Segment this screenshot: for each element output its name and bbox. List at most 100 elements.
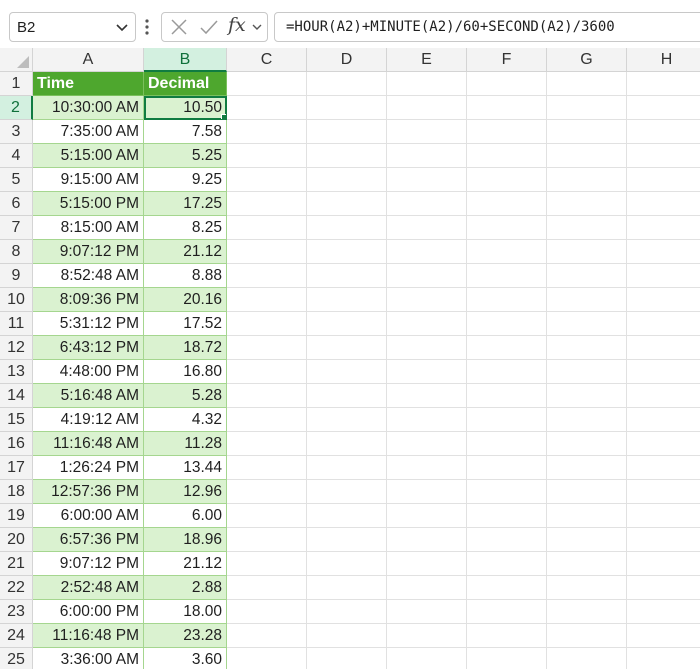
cell[interactable]: [387, 384, 467, 408]
select-all-button[interactable]: [0, 48, 33, 72]
cell[interactable]: [467, 240, 547, 264]
cell[interactable]: [387, 456, 467, 480]
cell[interactable]: [627, 72, 700, 96]
cell[interactable]: [627, 144, 700, 168]
decimal-cell[interactable]: 8.88: [144, 264, 227, 288]
decimal-cell[interactable]: 9.25: [144, 168, 227, 192]
cell[interactable]: [227, 264, 307, 288]
cell[interactable]: [227, 408, 307, 432]
decimal-cell[interactable]: 5.25: [144, 144, 227, 168]
cell[interactable]: [387, 264, 467, 288]
row-header[interactable]: 12: [0, 336, 33, 360]
cell[interactable]: [307, 240, 387, 264]
cell[interactable]: [547, 288, 627, 312]
cell[interactable]: [307, 360, 387, 384]
vertical-dots-icon[interactable]: [145, 18, 149, 36]
cell[interactable]: [467, 384, 547, 408]
cell[interactable]: [627, 624, 700, 648]
time-cell[interactable]: 10:30:00 AM: [33, 96, 144, 120]
cell[interactable]: [627, 168, 700, 192]
time-cell[interactable]: 12:57:36 PM: [33, 480, 144, 504]
header-cell-time[interactable]: Time: [33, 72, 144, 96]
cell[interactable]: [227, 648, 307, 669]
cell[interactable]: [547, 648, 627, 669]
cell[interactable]: [547, 408, 627, 432]
row-header[interactable]: 5: [0, 168, 33, 192]
row-header[interactable]: 1: [0, 72, 33, 96]
row-header[interactable]: 9: [0, 264, 33, 288]
cell[interactable]: [227, 336, 307, 360]
decimal-cell[interactable]: 3.60: [144, 648, 227, 669]
cell[interactable]: [627, 264, 700, 288]
cell[interactable]: [307, 144, 387, 168]
column-header-g[interactable]: G: [547, 48, 627, 72]
row-header[interactable]: 13: [0, 360, 33, 384]
cell[interactable]: [227, 576, 307, 600]
cell[interactable]: [547, 120, 627, 144]
cell[interactable]: [227, 552, 307, 576]
cell[interactable]: [547, 504, 627, 528]
cell[interactable]: [307, 384, 387, 408]
row-header[interactable]: 20: [0, 528, 33, 552]
cell[interactable]: [547, 168, 627, 192]
x-icon[interactable]: [170, 18, 188, 36]
cell[interactable]: [227, 240, 307, 264]
cell[interactable]: [307, 192, 387, 216]
cell[interactable]: [387, 480, 467, 504]
cell[interactable]: [467, 264, 547, 288]
row-header[interactable]: 23: [0, 600, 33, 624]
cell[interactable]: [307, 216, 387, 240]
cell[interactable]: [627, 360, 700, 384]
cell[interactable]: [467, 312, 547, 336]
cell[interactable]: [467, 192, 547, 216]
row-header[interactable]: 2: [0, 96, 33, 120]
cell[interactable]: [547, 240, 627, 264]
time-cell[interactable]: 11:16:48 PM: [33, 624, 144, 648]
cell[interactable]: [227, 144, 307, 168]
row-header[interactable]: 19: [0, 504, 33, 528]
cell[interactable]: [227, 432, 307, 456]
time-cell[interactable]: 11:16:48 AM: [33, 432, 144, 456]
cell[interactable]: [467, 120, 547, 144]
time-cell[interactable]: 2:52:48 AM: [33, 576, 144, 600]
cell[interactable]: [387, 168, 467, 192]
decimal-cell[interactable]: 2.88: [144, 576, 227, 600]
cell[interactable]: [227, 600, 307, 624]
cell[interactable]: [547, 264, 627, 288]
row-header[interactable]: 22: [0, 576, 33, 600]
cell[interactable]: [547, 600, 627, 624]
row-header[interactable]: 14: [0, 384, 33, 408]
time-cell[interactable]: 4:19:12 AM: [33, 408, 144, 432]
cell[interactable]: [387, 528, 467, 552]
row-header[interactable]: 6: [0, 192, 33, 216]
row-header[interactable]: 24: [0, 624, 33, 648]
row-header[interactable]: 15: [0, 408, 33, 432]
decimal-cell[interactable]: 17.52: [144, 312, 227, 336]
cell[interactable]: [467, 96, 547, 120]
cell[interactable]: [547, 72, 627, 96]
row-header[interactable]: 21: [0, 552, 33, 576]
cell[interactable]: [467, 360, 547, 384]
cell[interactable]: [307, 504, 387, 528]
cell[interactable]: [387, 192, 467, 216]
cell[interactable]: [627, 288, 700, 312]
column-header-h[interactable]: H: [627, 48, 700, 72]
cell[interactable]: [387, 120, 467, 144]
cell[interactable]: [307, 72, 387, 96]
cell[interactable]: [627, 432, 700, 456]
cell[interactable]: [547, 480, 627, 504]
decimal-cell[interactable]: 10.50: [144, 96, 227, 120]
cell[interactable]: [627, 240, 700, 264]
cell[interactable]: [227, 456, 307, 480]
decimal-cell[interactable]: 18.96: [144, 528, 227, 552]
time-cell[interactable]: 3:36:00 AM: [33, 648, 144, 669]
cell[interactable]: [547, 624, 627, 648]
cell[interactable]: [547, 360, 627, 384]
chevron-down-icon[interactable]: [115, 20, 129, 34]
fx-chevron-down-icon[interactable]: [251, 21, 263, 33]
column-header-c[interactable]: C: [227, 48, 307, 72]
time-cell[interactable]: 6:00:00 AM: [33, 504, 144, 528]
time-cell[interactable]: 5:31:12 PM: [33, 312, 144, 336]
cell[interactable]: [227, 624, 307, 648]
cell[interactable]: [467, 456, 547, 480]
